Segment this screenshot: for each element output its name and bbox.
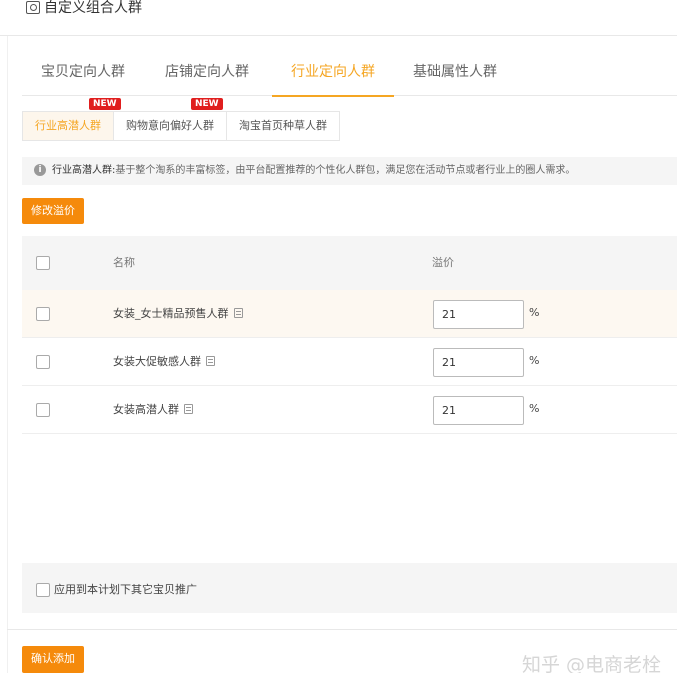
row-checkbox[interactable] bbox=[36, 307, 50, 321]
subtab-label: 购物意向偏好人群 bbox=[126, 119, 214, 132]
subtabs: 行业高潜人群 NEW 购物意向偏好人群 NEW 淘宝首页种草人群 bbox=[22, 98, 340, 141]
doc-icon[interactable] bbox=[233, 308, 243, 318]
select-all-checkbox[interactable] bbox=[36, 256, 50, 270]
doc-icon[interactable] bbox=[206, 356, 215, 366]
percent-unit: % bbox=[529, 354, 540, 367]
row-checkbox[interactable] bbox=[36, 355, 50, 369]
panel-border bbox=[7, 36, 8, 673]
premium-input[interactable] bbox=[433, 300, 524, 329]
table-row: 女装高潜人群 % bbox=[22, 386, 677, 434]
row-checkbox[interactable] bbox=[36, 403, 50, 417]
tab-shop-targeting[interactable]: 店铺定向人群 bbox=[154, 52, 260, 96]
percent-unit: % bbox=[529, 402, 540, 415]
tab-basic-attributes[interactable]: 基础属性人群 bbox=[402, 52, 508, 96]
modify-premium-button[interactable]: 修改溢价 bbox=[22, 198, 84, 224]
new-badge: NEW bbox=[191, 98, 223, 110]
top-bar: 自定义组合人群 bbox=[0, 0, 677, 36]
percent-unit: % bbox=[529, 306, 540, 319]
tab-item-targeting[interactable]: 宝贝定向人群 bbox=[30, 52, 136, 96]
doc-icon[interactable] bbox=[184, 404, 193, 414]
subtab-industry-potential[interactable]: 行业高潜人群 NEW bbox=[23, 98, 121, 140]
audience-tabs: 宝贝定向人群 店铺定向人群 行业定向人群 基础属性人群 bbox=[22, 52, 677, 97]
info-bar: i 行业高潜人群:基于整个淘系的丰富标签，由平台配置推荐的个性化人群包，满足您在活… bbox=[22, 157, 677, 185]
page-title: 自定义组合人群 bbox=[44, 0, 142, 16]
tab-industry-targeting[interactable]: 行业定向人群 bbox=[272, 52, 394, 97]
subtab-label: 行业高潜人群 bbox=[35, 119, 101, 132]
subtab-homepage-seeding[interactable]: 淘宝首页种草人群 bbox=[227, 112, 339, 140]
apply-bar: 应用到本计划下其它宝贝推广 bbox=[22, 563, 677, 613]
watermark: 知乎 @电商老栓 bbox=[522, 654, 662, 673]
info-title: 行业高潜人群: bbox=[52, 165, 116, 176]
subtab-shopping-intent[interactable]: 购物意向偏好人群 NEW bbox=[114, 98, 227, 140]
table-header: 名称 溢价 bbox=[22, 236, 677, 290]
table-row: 女装_女士精品预售人群 % bbox=[22, 290, 677, 338]
premium-input[interactable] bbox=[433, 348, 524, 377]
premium-input[interactable] bbox=[433, 396, 524, 425]
apply-to-other-items-checkbox[interactable] bbox=[36, 583, 50, 597]
premium-column-header: 溢价 bbox=[432, 256, 454, 269]
audience-name: 女装_女士精品预售人群 bbox=[113, 307, 243, 321]
audience-name: 女装大促敏感人群 bbox=[113, 355, 215, 369]
apply-label: 应用到本计划下其它宝贝推广 bbox=[54, 583, 197, 596]
audience-icon bbox=[26, 1, 40, 14]
new-badge: NEW bbox=[89, 98, 121, 110]
subtab-label: 淘宝首页种草人群 bbox=[239, 119, 327, 132]
divider bbox=[7, 629, 677, 630]
table-row: 女装大促敏感人群 % bbox=[22, 338, 677, 386]
info-text: 基于整个淘系的丰富标签，由平台配置推荐的个性化人群包，满足您在活动节点或者行业上… bbox=[115, 165, 576, 176]
confirm-add-button[interactable]: 确认添加 bbox=[22, 646, 84, 673]
info-icon: i bbox=[34, 164, 46, 176]
audience-table: 名称 溢价 女装_女士精品预售人群 % 女装大促敏感人群 % 女装高潜人群 % bbox=[22, 236, 677, 434]
name-column-header: 名称 bbox=[113, 256, 135, 269]
audience-name: 女装高潜人群 bbox=[113, 403, 193, 417]
